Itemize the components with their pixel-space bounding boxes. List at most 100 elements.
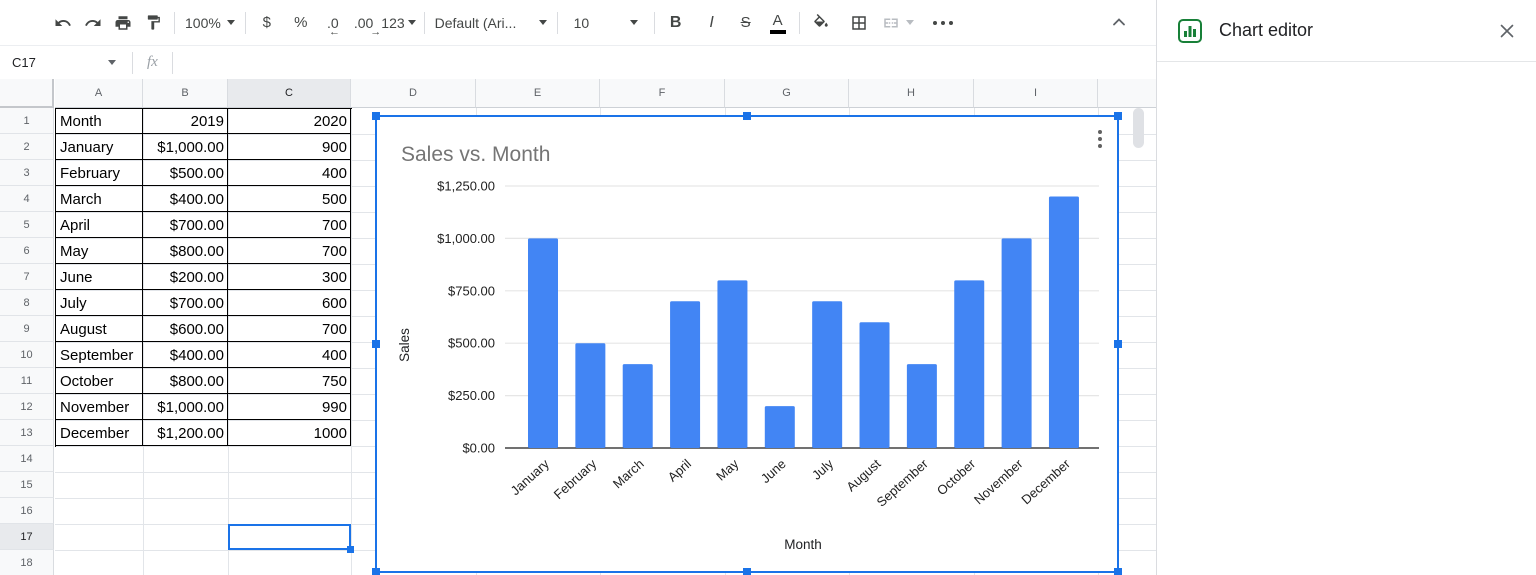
table-cell[interactable]: June <box>56 265 143 290</box>
embedded-chart[interactable]: $0.00 $250.00 $500.00 $750.00 $1,000.00 $1,25… <box>372 112 1122 575</box>
table-cell[interactable]: 750 <box>229 369 351 394</box>
table-cell[interactable]: February <box>56 161 143 186</box>
row-header-18[interactable]: 18 <box>0 550 54 575</box>
row-header-14[interactable]: 14 <box>0 446 54 472</box>
row-header-15[interactable]: 15 <box>0 472 54 498</box>
collapse-toolbar-button[interactable] <box>1104 6 1134 38</box>
column-header-F[interactable]: F <box>600 79 725 108</box>
table-cell[interactable]: 990 <box>229 395 351 420</box>
more-options-button[interactable] <box>928 7 958 39</box>
format-currency-button[interactable]: $ <box>252 7 282 39</box>
row-header-16[interactable]: 16 <box>0 498 54 524</box>
row-header-5[interactable]: 5 <box>0 212 54 238</box>
table-cell[interactable]: 500 <box>229 187 351 212</box>
table-cell[interactable]: March <box>56 187 143 212</box>
table-cell[interactable]: $400.00 <box>144 343 228 368</box>
strikethrough-button[interactable]: S <box>731 7 761 39</box>
merge-cells-button[interactable] <box>882 7 914 39</box>
table-cell[interactable]: 2020 <box>229 109 351 134</box>
chevron-down-icon[interactable] <box>108 60 116 65</box>
row-header-8[interactable]: 8 <box>0 290 54 316</box>
column-header-H[interactable]: H <box>849 79 974 108</box>
table-cell[interactable]: 2019 <box>144 109 228 134</box>
table-cell[interactable]: $800.00 <box>144 239 228 264</box>
table-cell[interactable]: 700 <box>229 317 351 342</box>
row-header-3[interactable]: 3 <box>0 160 54 186</box>
italic-button[interactable]: I <box>697 7 727 39</box>
table-cell[interactable]: 700 <box>229 213 351 238</box>
column-header-partial[interactable] <box>1098 79 1156 108</box>
chart-handle[interactable] <box>372 112 380 120</box>
print-icon[interactable] <box>108 7 138 39</box>
table-cell[interactable]: $1,000.00 <box>144 395 228 420</box>
format-percent-button[interactable]: % <box>286 7 316 39</box>
column-header-C[interactable]: C <box>228 79 351 108</box>
chart-menu-button[interactable] <box>1095 127 1105 151</box>
redo-icon[interactable] <box>78 7 108 39</box>
close-icon[interactable] <box>1496 20 1518 42</box>
table-cell[interactable]: 300 <box>229 265 351 290</box>
row-header-11[interactable]: 11 <box>0 368 54 394</box>
table-cell[interactable]: December <box>56 421 143 446</box>
font-size-select[interactable]: 10 <box>564 7 648 39</box>
table-cell[interactable]: $400.00 <box>144 187 228 212</box>
column-header-E[interactable]: E <box>476 79 600 108</box>
table-cell[interactable]: 700 <box>229 239 351 264</box>
fill-color-icon[interactable] <box>806 7 836 39</box>
row-header-17[interactable]: 17 <box>0 524 54 550</box>
row-header-13[interactable]: 13 <box>0 420 54 446</box>
table-cell[interactable]: October <box>56 369 143 394</box>
column-header-D[interactable]: D <box>351 79 476 108</box>
column-header-B[interactable]: B <box>143 79 228 108</box>
table-cell[interactable]: July <box>56 291 143 316</box>
table-cell[interactable]: 1000 <box>229 421 351 446</box>
table-cell[interactable]: $700.00 <box>144 291 228 316</box>
table-cell[interactable]: April <box>56 213 143 238</box>
table-cell[interactable]: $800.00 <box>144 369 228 394</box>
borders-icon[interactable] <box>844 7 874 39</box>
text-color-button[interactable]: A <box>763 7 793 39</box>
number-format-button[interactable]: 123 <box>379 7 417 39</box>
row-header-10[interactable]: 10 <box>0 342 54 368</box>
column-header-A[interactable]: A <box>55 79 143 108</box>
column-header-I[interactable]: I <box>974 79 1098 108</box>
table-cell[interactable]: 600 <box>229 291 351 316</box>
chart-handle[interactable] <box>372 340 380 348</box>
table-cell[interactable]: $1,000.00 <box>144 135 228 160</box>
table-cell[interactable]: $500.00 <box>144 161 228 186</box>
table-cell[interactable]: 400 <box>229 161 351 186</box>
chart-handle[interactable] <box>1114 112 1122 120</box>
row-header-1[interactable]: 1 <box>0 108 54 134</box>
zoom-select[interactable]: 100% <box>181 7 239 39</box>
select-all-corner[interactable] <box>0 79 54 108</box>
table-cell[interactable]: $600.00 <box>144 317 228 342</box>
name-box[interactable]: C17 <box>0 55 108 70</box>
table-cell[interactable]: Month <box>56 109 143 134</box>
table-cell[interactable]: May <box>56 239 143 264</box>
chart-handle[interactable] <box>1114 568 1122 575</box>
chart-handle[interactable] <box>372 568 380 575</box>
table-cell[interactable]: November <box>56 395 143 420</box>
chart-handle[interactable] <box>743 568 751 575</box>
row-header-9[interactable]: 9 <box>0 316 54 342</box>
table-cell[interactable]: $700.00 <box>144 213 228 238</box>
chart-handle[interactable] <box>743 112 751 120</box>
row-header-7[interactable]: 7 <box>0 264 54 290</box>
column-header-G[interactable]: G <box>725 79 849 108</box>
fill-handle[interactable] <box>347 546 354 553</box>
table-cell[interactable]: 900 <box>229 135 351 160</box>
sheet-vertical-scrollbar[interactable] <box>1133 108 1144 148</box>
row-header-12[interactable]: 12 <box>0 394 54 420</box>
table-cell[interactable]: September <box>56 343 143 368</box>
bold-button[interactable]: B <box>661 7 691 39</box>
row-header-2[interactable]: 2 <box>0 134 54 160</box>
table-cell[interactable]: January <box>56 135 143 160</box>
row-header-4[interactable]: 4 <box>0 186 54 212</box>
increase-decimal-button[interactable]: .00 → <box>348 7 381 39</box>
paint-format-icon[interactable] <box>138 7 168 39</box>
undo-icon[interactable] <box>48 7 78 39</box>
decrease-decimal-button[interactable]: .0 ← <box>318 7 348 39</box>
row-header-6[interactable]: 6 <box>0 238 54 264</box>
font-select[interactable]: Default (Ari... <box>431 7 551 39</box>
table-cell[interactable]: $200.00 <box>144 265 228 290</box>
